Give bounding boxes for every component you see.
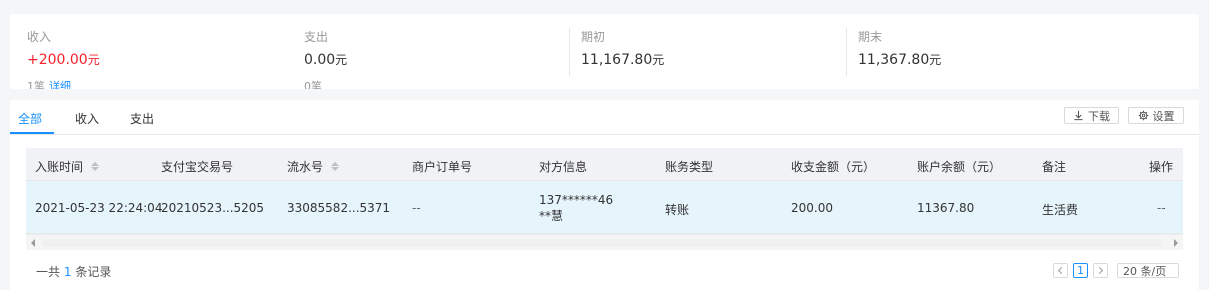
table-header: 入账时间 支付宝交易号 流水号 商户订单号 对方信息 账务类型 收支金额（元） … xyxy=(26,148,1183,181)
income-count: 1笔 详细 xyxy=(27,78,71,89)
cell-merchant-order: -- xyxy=(412,201,421,215)
summary-card: 收入 +200.00元 1笔 详细 支出 0.00元 0笔 期初 11,167.8… xyxy=(10,14,1199,89)
tab-expense[interactable]: 支出 xyxy=(130,110,154,127)
column-header-counterparty: 对方信息 xyxy=(539,160,588,174)
transactions-panel: 全部 收入 支出 下载 设置 入账时间 支付宝交易号 流水号 商户订单号 对方信… xyxy=(10,100,1199,290)
expense-unit: 元 xyxy=(335,53,348,67)
cell-trade-no: 20210523...5205 xyxy=(161,201,265,215)
expense-label: 支出 xyxy=(304,30,329,44)
expense-value: 0.00元 xyxy=(304,51,347,68)
closing-unit: 元 xyxy=(929,53,942,67)
cell-balance: 11367.80 xyxy=(917,201,975,215)
closing-label: 期末 xyxy=(858,30,883,44)
scrollbar-thumb[interactable] xyxy=(42,239,1162,247)
column-header-type: 账务类型 xyxy=(665,160,714,174)
settings-button[interactable]: 设置 xyxy=(1128,107,1184,124)
cell-time: 2021-05-23 22:24:04 xyxy=(35,201,163,215)
column-header-label: 流水号 xyxy=(287,160,324,174)
counterparty-account: 137******46 xyxy=(539,193,614,207)
cell-remark: 生活费 xyxy=(1042,203,1079,217)
income-count-text: 1笔 xyxy=(27,80,45,89)
closing-value: 11,367.80元 xyxy=(858,51,941,68)
income-detail-link[interactable]: 详细 xyxy=(49,80,71,89)
column-header-remark: 备注 xyxy=(1042,160,1067,174)
settings-label: 设置 xyxy=(1152,109,1175,123)
opening-amount: 11,167.80 xyxy=(581,52,653,68)
expense-amount: 0.00 xyxy=(304,52,336,68)
download-label: 下载 xyxy=(1088,109,1110,123)
page-size-select[interactable]: 20 条/页 xyxy=(1117,263,1179,278)
opening-label: 期初 xyxy=(581,30,606,44)
column-header-balance: 账户余额（元） xyxy=(917,160,1002,174)
transactions-table: 入账时间 支付宝交易号 流水号 商户订单号 对方信息 账务类型 收支金额（元） … xyxy=(26,148,1183,250)
total-prefix: 一共 xyxy=(36,265,61,279)
download-button[interactable]: 下载 xyxy=(1064,107,1119,124)
scroll-right-icon[interactable] xyxy=(1174,239,1178,247)
column-header-time[interactable]: 入账时间 xyxy=(35,158,100,175)
gear-icon xyxy=(1138,110,1148,121)
cell-action: -- xyxy=(1157,201,1166,215)
column-header-merchant-order: 商户订单号 xyxy=(412,160,473,174)
total-records: 一共 1 条记录 xyxy=(36,263,111,280)
summary-divider xyxy=(846,28,847,76)
counterparty-name: **慧 xyxy=(539,209,564,223)
cell-type: 转账 xyxy=(665,203,690,217)
tab-income[interactable]: 收入 xyxy=(75,110,99,127)
total-count: 1 xyxy=(63,265,72,279)
prev-page-button[interactable] xyxy=(1053,263,1068,278)
column-header-serial-no[interactable]: 流水号 xyxy=(287,158,340,175)
cell-amount: 200.00 xyxy=(791,201,833,215)
next-page-button[interactable] xyxy=(1093,263,1108,278)
horizontal-scrollbar[interactable] xyxy=(26,234,1183,250)
cell-counterparty: 137******46 **慧 xyxy=(539,192,613,224)
download-icon xyxy=(1074,110,1083,121)
column-header-label: 入账时间 xyxy=(35,160,84,174)
income-unit: 元 xyxy=(87,53,100,67)
column-header-amount: 收支金额（元） xyxy=(791,160,876,174)
opening-unit: 元 xyxy=(652,53,665,67)
summary-divider xyxy=(569,28,570,76)
chevron-left-icon xyxy=(1057,266,1066,275)
table-row[interactable]: 2021-05-23 22:24:04 20210523...5205 3308… xyxy=(26,181,1183,234)
opening-value: 11,167.80元 xyxy=(581,51,664,68)
cell-serial-no: 33085582...5371 xyxy=(287,201,391,215)
closing-amount: 11,367.80 xyxy=(858,52,930,68)
expense-count: 0笔 xyxy=(304,80,322,89)
income-amount: +200.00 xyxy=(27,52,88,68)
sort-icon[interactable] xyxy=(91,162,100,171)
income-label: 收入 xyxy=(27,30,52,44)
chevron-right-icon xyxy=(1095,266,1104,275)
column-header-trade-no: 支付宝交易号 xyxy=(161,160,234,174)
scroll-left-icon[interactable] xyxy=(31,239,35,247)
active-tab-indicator xyxy=(10,132,54,134)
tab-bar: 全部 收入 支出 下载 设置 xyxy=(10,100,1199,135)
column-header-action: 操作 xyxy=(1149,160,1174,174)
page-number-button[interactable]: 1 xyxy=(1073,263,1088,278)
total-suffix: 条记录 xyxy=(75,265,112,279)
income-value: +200.00元 xyxy=(27,51,100,68)
sort-icon[interactable] xyxy=(331,162,340,171)
tab-all[interactable]: 全部 xyxy=(18,110,42,127)
